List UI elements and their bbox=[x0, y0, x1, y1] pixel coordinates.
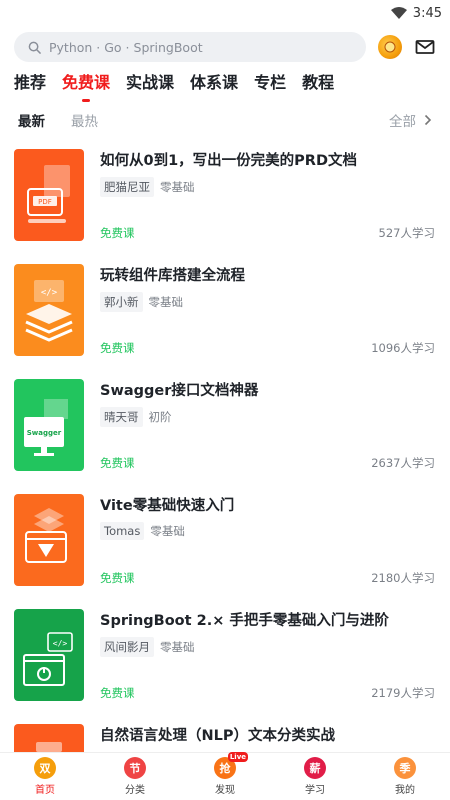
nav-home[interactable]: 双 首页 bbox=[0, 753, 90, 800]
course-title: 如何从0到1，写出一份完美的PRD文档 bbox=[100, 153, 358, 169]
filter-hottest[interactable]: 最热 bbox=[71, 110, 98, 130]
course-learner-count: 2180人学习 bbox=[371, 571, 435, 585]
course-level: 零基础 bbox=[150, 524, 185, 538]
course-level: 零基础 bbox=[160, 640, 195, 654]
course-tags: 风间影月 零基础 bbox=[100, 637, 195, 657]
filter-all-button[interactable]: 全部 bbox=[389, 110, 432, 130]
course-learner-count: 2179人学习 bbox=[371, 686, 435, 700]
course-tags: 肥猫尼亚 零基础 bbox=[100, 177, 195, 197]
tab-columns[interactable]: 专栏 bbox=[254, 72, 286, 94]
svg-text:</>: </> bbox=[53, 639, 68, 648]
course-learner-count: 2637人学习 bbox=[371, 456, 435, 470]
home-icon: 双 bbox=[34, 757, 56, 779]
profile-icon: 季 bbox=[394, 757, 416, 779]
course-price-label: 免费课 bbox=[100, 686, 135, 700]
tab-practical-courses[interactable]: 实战课 bbox=[126, 72, 174, 94]
course-price-label: 免费课 bbox=[100, 456, 135, 470]
course-item[interactable]: Vite零基础快速入门 Tomas 零基础 免费课 2180人学习 bbox=[0, 492, 450, 607]
course-thumbnail: </> bbox=[14, 264, 84, 356]
course-learner-count: 1096人学习 bbox=[371, 341, 435, 355]
nav-discover[interactable]: 抢 Live 发现 bbox=[180, 752, 270, 800]
nav-profile-label: 我的 bbox=[395, 785, 415, 796]
course-level: 零基础 bbox=[148, 295, 184, 309]
course-price-label: 免费课 bbox=[100, 341, 135, 355]
tab-system-courses[interactable]: 体系课 bbox=[190, 72, 238, 94]
filter-all-label: 全部 bbox=[389, 114, 416, 130]
course-title: SpringBoot 2.× 手把手零基础入门与进阶 bbox=[100, 613, 389, 629]
sort-filter-row: 最新 最热 全部 bbox=[0, 100, 450, 136]
course-price-label: 免费课 bbox=[100, 571, 135, 585]
course-tags: 晴天哥 初阶 bbox=[100, 407, 172, 427]
search-row: Python · Go · SpringBoot bbox=[0, 26, 450, 64]
pdf-document-icon: PDF bbox=[14, 149, 84, 241]
nav-discover-label: 发现 bbox=[215, 785, 235, 796]
course-author: 郭小新 bbox=[100, 292, 143, 312]
coin-avatar-icon bbox=[384, 41, 396, 53]
svg-text:PDF: PDF bbox=[38, 198, 52, 206]
course-thumbnail: Swagger bbox=[14, 379, 84, 471]
nav-category-label: 分类 bbox=[125, 785, 145, 796]
course-title: 玩转组件库搭建全流程 bbox=[100, 268, 245, 284]
category-icon: 节 bbox=[124, 757, 146, 779]
tab-tutorials[interactable]: 教程 bbox=[302, 72, 334, 94]
course-title: 自然语言处理（NLP）文本分类实战 bbox=[100, 728, 336, 744]
course-author: 晴天哥 bbox=[100, 407, 143, 427]
status-time: 3:45 bbox=[412, 5, 442, 21]
search-input[interactable]: Python · Go · SpringBoot bbox=[14, 32, 366, 62]
course-tags: 郭小新 零基础 bbox=[100, 292, 183, 312]
tab-recommend[interactable]: 推荐 bbox=[14, 72, 46, 94]
study-icon: 薪 bbox=[304, 757, 326, 779]
monitor-icon: Swagger bbox=[14, 379, 84, 471]
course-item[interactable]: Swagger Swagger接口文档神器 晴天哥 初阶 免费课 2637人学习 bbox=[0, 377, 450, 492]
avatar[interactable] bbox=[378, 35, 402, 59]
course-level: 初阶 bbox=[148, 410, 172, 424]
course-thumbnail bbox=[14, 494, 84, 586]
search-icon bbox=[28, 41, 41, 54]
course-price-label: 免费课 bbox=[100, 226, 135, 240]
nav-home-label: 首页 bbox=[35, 785, 55, 796]
course-item[interactable]: </> 玩转组件库搭建全流程 郭小新 零基础 免费课 1096人学习 bbox=[0, 262, 450, 377]
course-title: Swagger接口文档神器 bbox=[100, 383, 259, 399]
chevron-right-icon bbox=[424, 114, 432, 126]
power-window-icon: </> bbox=[14, 609, 84, 701]
nav-study[interactable]: 薪 学习 bbox=[270, 753, 360, 800]
filter-newest[interactable]: 最新 bbox=[18, 110, 45, 130]
category-tabs: 推荐 免费课 实战课 体系课 专栏 教程 bbox=[0, 64, 450, 100]
course-title: Vite零基础快速入门 bbox=[100, 498, 235, 514]
bottom-nav: 双 首页 节 分类 抢 Live 发现 薪 学习 季 我的 bbox=[0, 752, 450, 800]
course-author: 肥猫尼亚 bbox=[100, 177, 154, 197]
wifi-icon bbox=[390, 7, 407, 19]
live-badge: Live bbox=[227, 752, 248, 762]
nav-category[interactable]: 节 分类 bbox=[90, 753, 180, 800]
course-item[interactable]: PDF 如何从0到1，写出一份完美的PRD文档 肥猫尼亚 零基础 免费课 527… bbox=[0, 147, 450, 262]
course-level: 零基础 bbox=[160, 180, 195, 194]
status-bar: 3:45 bbox=[0, 0, 450, 26]
course-author: 风间影月 bbox=[100, 637, 154, 657]
course-list: PDF 如何从0到1，写出一份完美的PRD文档 肥猫尼亚 零基础 免费课 527… bbox=[0, 147, 450, 800]
course-tags: Tomas 零基础 bbox=[100, 522, 185, 540]
svg-text:</>: </> bbox=[41, 288, 58, 298]
vite-browser-icon bbox=[14, 494, 84, 586]
tab-free-courses[interactable]: 免费课 bbox=[62, 72, 110, 94]
discover-icon: 抢 Live bbox=[214, 752, 248, 779]
course-learner-count: 527人学习 bbox=[378, 226, 435, 240]
mail-icon[interactable] bbox=[414, 36, 436, 58]
course-item[interactable]: </> SpringBoot 2.× 手把手零基础入门与进阶 风间影月 零基础 … bbox=[0, 607, 450, 722]
nav-study-label: 学习 bbox=[305, 785, 325, 796]
layers-code-icon: </> bbox=[14, 264, 84, 356]
svg-text:Swagger: Swagger bbox=[27, 429, 62, 437]
course-author: Tomas bbox=[100, 522, 145, 540]
course-thumbnail: PDF bbox=[14, 149, 84, 241]
course-thumbnail: </> bbox=[14, 609, 84, 701]
nav-profile[interactable]: 季 我的 bbox=[360, 753, 450, 800]
search-placeholder: Python · Go · SpringBoot bbox=[49, 39, 203, 55]
